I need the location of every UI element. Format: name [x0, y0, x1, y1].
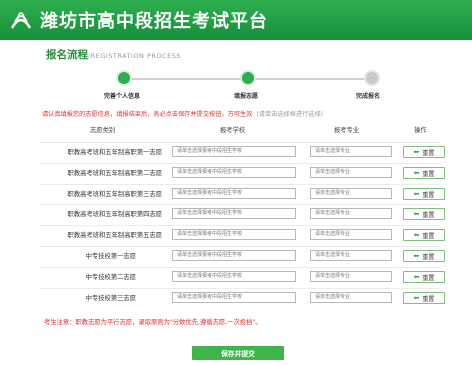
col-header-category: 志愿类别	[90, 127, 116, 134]
col-header-school: 报考学校	[220, 127, 246, 134]
notice-text: 请认真填报您的志愿信息，填报结束后，务必点击保存并提交按钮，方可生效	[42, 111, 253, 118]
section-subtitle: /REGISTRATION PROCESS	[88, 52, 181, 60]
footnote: 考生注意：职教志愿为平行志愿，录取原则为"分数优先,遵循志愿,一次投档"。	[44, 319, 262, 326]
arrow-left-icon: ⬅	[413, 230, 420, 239]
school-select[interactable]: 请单击选择报考中段招生学校	[172, 271, 296, 282]
school-select[interactable]: 请单击选择报考中段招生学校	[172, 188, 296, 199]
reset-button-label: 重置	[422, 211, 435, 219]
school-select[interactable]: 请单击选择报考中段招生学校	[172, 208, 296, 219]
reset-button-label: 重置	[422, 295, 435, 303]
row-divider	[40, 142, 440, 143]
choice-category-label: 职教高考班和五年制高职第二志愿	[67, 170, 162, 177]
major-select[interactable]: 请单击选择专业	[310, 292, 392, 303]
notice-hint: (请单击选择框进行选择)	[256, 111, 324, 118]
reset-button-label: 重置	[422, 232, 435, 240]
reset-button[interactable]: ⬅ 重置	[403, 146, 445, 158]
reset-button[interactable]: ⬅ 重置	[403, 250, 445, 262]
reset-button-label: 重置	[422, 191, 435, 199]
col-header-major: 报考专业	[334, 127, 360, 134]
reset-button[interactable]: ⬅ 重置	[403, 188, 445, 200]
choice-category-label: 职教高考班和五年制高职第四志愿	[67, 211, 162, 218]
major-select[interactable]: 请单击选择专业	[310, 229, 392, 240]
row-divider	[40, 204, 440, 205]
school-select[interactable]: 请单击选择报考中段招生学校	[172, 292, 296, 303]
arrow-left-icon: ⬅	[413, 272, 420, 281]
row-divider	[40, 288, 440, 289]
reset-button[interactable]: ⬅ 重置	[403, 167, 445, 179]
choice-category-label: 职教高考班和五年制高职第一志愿	[67, 149, 162, 156]
arrow-left-icon: ⬅	[413, 189, 420, 198]
choice-category-label: 中专技校第三志愿	[85, 295, 136, 302]
notice: 请认真填报您的志愿信息，填报结束后，务必点击保存并提交按钮，方可生效 (请单击选择…	[42, 109, 323, 118]
school-select[interactable]: 请单击选择报考中段招生学校	[172, 146, 296, 157]
choice-category-label: 职教高考班和五年制高职第三志愿	[67, 191, 162, 198]
choice-category-label: 中专技校第二志愿	[85, 274, 136, 281]
choice-category-label: 中专技校第一志愿	[85, 253, 136, 260]
arrow-left-icon: ⬅	[413, 209, 420, 218]
major-select[interactable]: 请单击选择专业	[310, 271, 392, 282]
row-divider	[40, 163, 440, 164]
reset-button-label: 重置	[422, 274, 435, 282]
step-label-2: 填报志愿	[234, 93, 259, 100]
row-divider	[40, 246, 440, 247]
row-divider	[40, 184, 440, 185]
major-select[interactable]: 请单击选择专业	[310, 167, 392, 178]
major-select[interactable]: 请单击选择专业	[310, 250, 392, 261]
reset-button[interactable]: ⬅ 重置	[403, 292, 445, 304]
school-select[interactable]: 请单击选择报考中段招生学校	[172, 167, 296, 178]
major-select[interactable]: 请单击选择专业	[310, 188, 392, 199]
wheat-logo-icon	[10, 12, 32, 29]
reset-button[interactable]: ⬅ 重置	[403, 229, 445, 241]
site-title: 潍坊市高中段招生考试平台	[40, 11, 268, 32]
top-header: 潍坊市高中段招生考试平台	[0, 0, 472, 40]
reset-button-label: 重置	[422, 253, 435, 261]
row-divider	[40, 267, 440, 268]
arrow-left-icon: ⬅	[413, 251, 420, 260]
school-select[interactable]: 请单击选择报考中段招生学校	[172, 250, 296, 261]
step-label-1: 完善个人信息	[104, 93, 141, 100]
step-dot-1	[116, 70, 132, 86]
save-submit-button[interactable]: 保存并提交	[192, 346, 284, 360]
reset-button-label: 重置	[422, 149, 435, 157]
choice-category-label: 职教高考班和五年制高职第五志愿	[67, 232, 162, 239]
major-select[interactable]: 请单击选择专业	[310, 208, 392, 219]
school-select[interactable]: 请单击选择报考中段招生学校	[172, 229, 296, 240]
section-title: 报名流程/REGISTRATION PROCESS	[46, 47, 181, 62]
col-header-action: 操作	[414, 127, 427, 134]
reset-button-label: 重置	[422, 170, 435, 178]
step-dot-3	[364, 70, 380, 86]
arrow-left-icon: ⬅	[413, 147, 420, 156]
arrow-left-icon: ⬅	[413, 168, 420, 177]
section-title-text: 报名流程	[46, 49, 88, 61]
arrow-left-icon: ⬅	[413, 293, 420, 302]
major-select[interactable]: 请单击选择专业	[310, 146, 392, 157]
step-dot-2	[240, 70, 256, 86]
reset-button[interactable]: ⬅ 重置	[403, 271, 445, 283]
row-divider	[40, 225, 440, 226]
reset-button[interactable]: ⬅ 重置	[403, 208, 445, 220]
step-label-3: 完成报名	[356, 93, 381, 100]
